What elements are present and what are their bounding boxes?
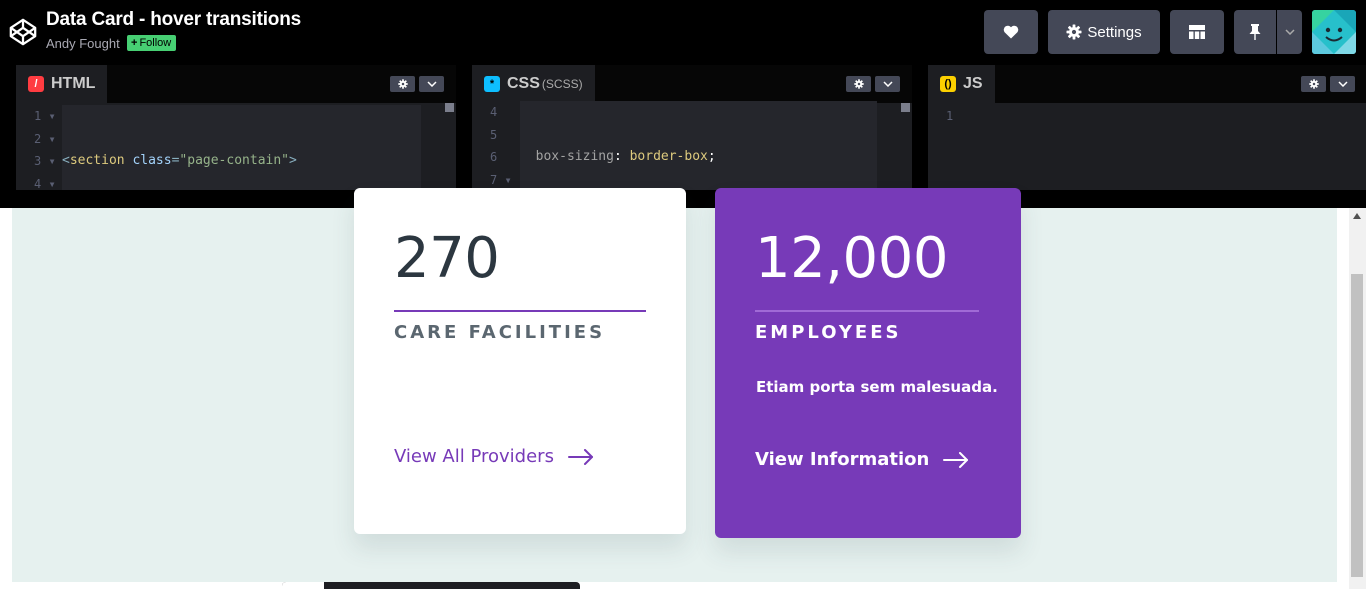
editor-scrollbar[interactable] bbox=[901, 103, 910, 112]
line-number: 1 bbox=[946, 109, 954, 123]
chevron-down-icon bbox=[882, 81, 893, 87]
tab-sublabel: (SCSS) bbox=[541, 77, 583, 91]
tab-css[interactable]: * CSS (SCSS) bbox=[472, 65, 595, 103]
page-contain: 270 CARE FACILITIES View All Providers 1… bbox=[12, 188, 1337, 582]
line-number: 4 bbox=[490, 105, 498, 119]
card-heading: EMPLOYEES bbox=[755, 322, 902, 343]
tab-js[interactable]: () JS bbox=[928, 65, 995, 103]
tab-label: HTML bbox=[51, 75, 96, 92]
card-heading: CARE FACILITIES bbox=[394, 322, 606, 343]
card-link-label: View All Providers bbox=[394, 446, 554, 467]
follow-label: Follow bbox=[139, 37, 172, 49]
js-icon: () bbox=[940, 76, 956, 92]
code-lines[interactable]: <section class="page-contain"> <a href="… bbox=[62, 105, 421, 190]
card-divider bbox=[755, 310, 979, 312]
tab-label: JS bbox=[963, 75, 983, 92]
editor-scrollbar[interactable] bbox=[445, 103, 454, 112]
gear-icon bbox=[853, 79, 864, 89]
card-divider bbox=[394, 310, 646, 312]
pen-title[interactable]: Data Card - hover transitions bbox=[46, 9, 301, 31]
top-bar: Data Card - hover transitions Andy Fough… bbox=[0, 0, 1366, 65]
data-card[interactable]: 270 CARE FACILITIES View All Providers bbox=[354, 188, 686, 534]
result-preview: 270 CARE FACILITIES View All Providers 1… bbox=[0, 188, 1366, 589]
line-number: 1 ▾ bbox=[34, 109, 56, 123]
scrollbar-thumb[interactable] bbox=[1351, 274, 1363, 577]
html-icon: / bbox=[28, 76, 44, 92]
code-lines[interactable]: box-sizing: border-box; } .page-contain … bbox=[520, 101, 877, 190]
line-number: 2 ▾ bbox=[34, 131, 56, 146]
line-gutter: 1 ▾ 2 ▾ 3 ▾ 4 ▾ bbox=[16, 105, 61, 190]
console-bar[interactable] bbox=[282, 582, 580, 589]
line-gutter: 1 bbox=[928, 105, 973, 128]
avatar-image bbox=[1312, 10, 1356, 54]
heart-icon bbox=[1003, 25, 1019, 39]
console-toggle[interactable] bbox=[282, 582, 324, 589]
arrow-right-icon bbox=[567, 448, 593, 465]
line-gutter: 4 5 6 7 ▾ bbox=[472, 101, 517, 190]
data-card-hover[interactable]: 12,000 EMPLOYEES Etiam porta sem malesua… bbox=[715, 188, 1021, 538]
js-code-area[interactable]: 1 bbox=[928, 103, 1366, 190]
change-view-button[interactable] bbox=[1170, 10, 1224, 54]
js-editor-pane: () JS 1 bbox=[928, 65, 1366, 190]
settings-button[interactable]: Settings bbox=[1048, 10, 1160, 54]
card-number: 270 bbox=[394, 226, 500, 291]
card-link[interactable]: View All Providers bbox=[394, 446, 594, 467]
gear-icon bbox=[1308, 79, 1319, 89]
line-number: 4 ▾ bbox=[34, 176, 56, 191]
editor-settings-button[interactable] bbox=[1301, 76, 1326, 92]
pin-button[interactable] bbox=[1234, 10, 1276, 54]
love-button[interactable] bbox=[984, 10, 1038, 54]
gear-icon bbox=[1066, 24, 1082, 40]
editor-collapse-button[interactable] bbox=[419, 76, 444, 92]
follow-button[interactable]: + Follow bbox=[127, 35, 177, 51]
layout-icon bbox=[1189, 25, 1205, 39]
plus-icon: + bbox=[131, 37, 138, 49]
preview-scrollbar[interactable] bbox=[1349, 208, 1366, 589]
editor-settings-button[interactable] bbox=[846, 76, 871, 92]
code-line: <section class="page-contain"> bbox=[62, 153, 297, 168]
settings-label: Settings bbox=[1087, 23, 1142, 41]
tab-html[interactable]: / HTML bbox=[16, 65, 108, 103]
line-number: 6 bbox=[490, 150, 498, 164]
chevron-down-icon bbox=[1337, 81, 1348, 87]
editor-collapse-button[interactable] bbox=[875, 76, 900, 92]
user-avatar[interactable] bbox=[1312, 10, 1356, 54]
card-link[interactable]: View Information bbox=[755, 449, 969, 470]
html-code-area[interactable]: 1 ▾ 2 ▾ 3 ▾ 4 ▾ <section class="page-con… bbox=[16, 103, 456, 190]
code-line: box-sizing: border-box; bbox=[535, 149, 716, 164]
card-number: 12,000 bbox=[755, 226, 948, 291]
codepen-logo-icon[interactable] bbox=[8, 16, 38, 48]
editor-panels: / HTML 1 ▾ 2 ▾ 3 ▾ 4 ▾ <section class="p… bbox=[0, 65, 1366, 208]
chevron-down-icon bbox=[426, 81, 437, 87]
tab-label: CSS bbox=[507, 75, 540, 92]
css-editor-pane: * CSS (SCSS) 4 5 6 7 ▾ box-sizing: borde… bbox=[472, 65, 912, 190]
card-text: Etiam porta sem malesuada. bbox=[756, 378, 998, 396]
arrow-right-icon bbox=[943, 451, 969, 468]
gear-icon bbox=[397, 79, 408, 89]
pin-icon bbox=[1249, 24, 1261, 40]
scroll-up-arrow-icon[interactable] bbox=[1353, 213, 1361, 219]
css-icon: * bbox=[484, 76, 500, 92]
author-name[interactable]: Andy Fought bbox=[46, 36, 120, 51]
line-number: 5 bbox=[490, 127, 498, 142]
line-number: 3 ▾ bbox=[34, 154, 56, 168]
html-editor-pane: / HTML 1 ▾ 2 ▾ 3 ▾ 4 ▾ <section class="p… bbox=[16, 65, 456, 190]
editor-settings-button[interactable] bbox=[390, 76, 415, 92]
line-number: 7 ▾ bbox=[490, 172, 512, 187]
chevron-down-icon bbox=[1284, 29, 1295, 35]
css-code-area[interactable]: 4 5 6 7 ▾ box-sizing: border-box; } .pag… bbox=[472, 99, 912, 190]
editor-collapse-button[interactable] bbox=[1330, 76, 1355, 92]
pin-dropdown-button[interactable] bbox=[1277, 10, 1302, 54]
card-link-label: View Information bbox=[755, 449, 930, 470]
